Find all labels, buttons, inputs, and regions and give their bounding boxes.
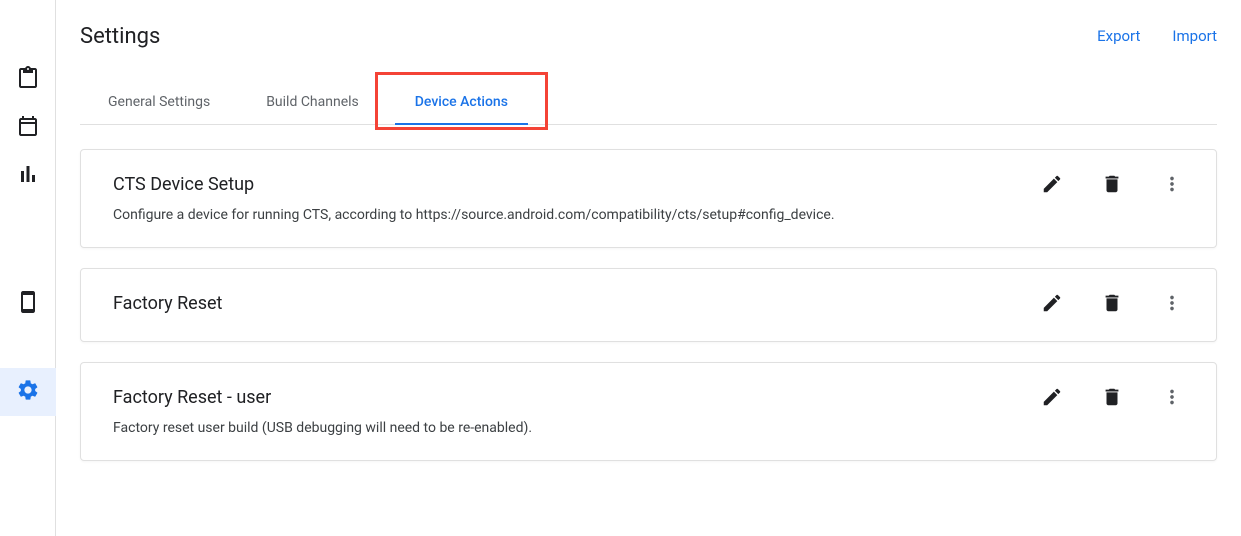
sidebar-item-clipboard[interactable] — [0, 56, 56, 104]
export-link[interactable]: Export — [1097, 27, 1140, 45]
header: Settings Export Import — [80, 0, 1217, 64]
delete-button[interactable] — [1100, 387, 1124, 411]
card-description: Configure a device for running CTS, acco… — [113, 207, 1040, 223]
trash-icon — [1101, 386, 1123, 412]
smartphone-icon — [16, 290, 40, 318]
more-button[interactable] — [1160, 174, 1184, 198]
delete-button[interactable] — [1100, 293, 1124, 317]
pencil-icon — [1041, 292, 1063, 318]
gear-icon — [16, 378, 40, 406]
trash-icon — [1101, 173, 1123, 199]
bar-chart-icon — [16, 162, 40, 190]
pencil-icon — [1041, 386, 1063, 412]
more-vert-icon — [1161, 292, 1183, 318]
card-title: Factory Reset - user — [113, 387, 1040, 408]
edit-button[interactable] — [1040, 174, 1064, 198]
more-vert-icon — [1161, 386, 1183, 412]
action-card: CTS Device Setup Configure a device for … — [80, 149, 1217, 248]
more-button[interactable] — [1160, 293, 1184, 317]
sidebar — [0, 0, 56, 536]
more-vert-icon — [1161, 173, 1183, 199]
trash-icon — [1101, 292, 1123, 318]
card-description: Factory reset user build (USB debugging … — [113, 420, 1040, 436]
action-card: Factory Reset — [80, 268, 1217, 342]
sidebar-item-settings[interactable] — [0, 368, 56, 416]
sidebar-item-calendar[interactable] — [0, 104, 56, 152]
clipboard-icon — [16, 66, 40, 94]
action-card: Factory Reset - user Factory reset user … — [80, 362, 1217, 461]
main-content: Settings Export Import General Settings … — [56, 0, 1241, 536]
tab-device-actions[interactable]: Device Actions — [387, 80, 536, 124]
tabs: General Settings Build Channels Device A… — [80, 80, 1217, 125]
tab-build-channels[interactable]: Build Channels — [238, 80, 387, 124]
edit-button[interactable] — [1040, 293, 1064, 317]
edit-button[interactable] — [1040, 387, 1064, 411]
more-button[interactable] — [1160, 387, 1184, 411]
import-link[interactable]: Import — [1172, 27, 1217, 45]
cards-list: CTS Device Setup Configure a device for … — [80, 125, 1217, 461]
tab-general-settings[interactable]: General Settings — [80, 80, 238, 124]
card-title: CTS Device Setup — [113, 174, 1040, 195]
sidebar-item-analytics[interactable] — [0, 152, 56, 200]
calendar-icon — [16, 114, 40, 142]
card-title: Factory Reset — [113, 293, 1040, 314]
delete-button[interactable] — [1100, 174, 1124, 198]
sidebar-item-device[interactable] — [0, 280, 56, 328]
page-title: Settings — [80, 24, 160, 49]
header-actions: Export Import — [1097, 27, 1217, 45]
pencil-icon — [1041, 173, 1063, 199]
